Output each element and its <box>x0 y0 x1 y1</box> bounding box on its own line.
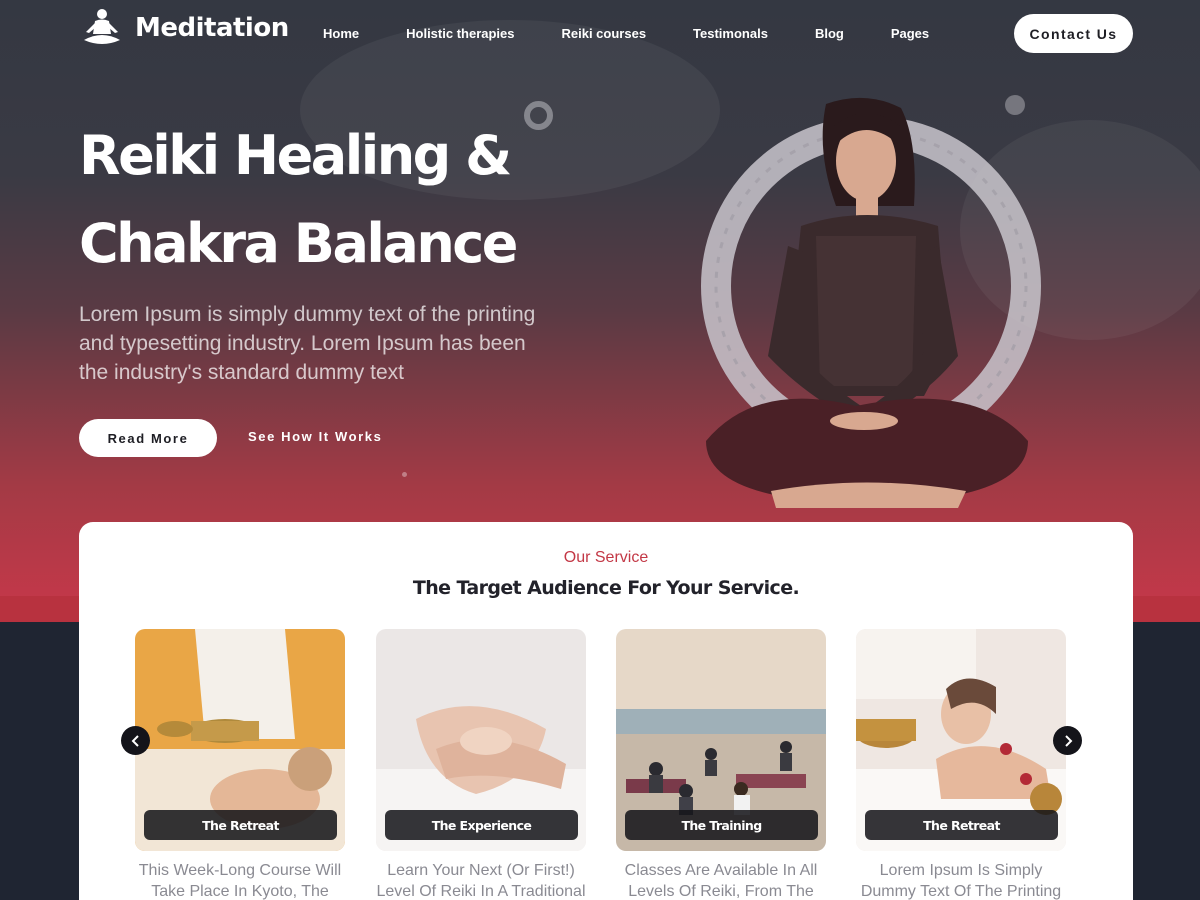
service-card[interactable]: The Training Classes Are Available In Al… <box>616 629 826 900</box>
card-image: The Retreat <box>856 629 1066 851</box>
hero-title: Reiki Healing & Chakra Balance <box>79 112 599 288</box>
card-image: The Retreat <box>135 629 345 851</box>
card-label: The Training <box>625 810 818 840</box>
hero-title-line-1: Reiki Healing & <box>79 124 512 187</box>
hero-title-line-2: Chakra Balance <box>79 212 518 275</box>
carousel-next-button[interactable] <box>1053 726 1082 755</box>
card-label: The Experience <box>385 810 578 840</box>
service-eyebrow: Our Service <box>563 549 649 566</box>
nav-item-holistic-therapies[interactable]: Holistic therapies <box>406 26 514 41</box>
main-menu: Home Holistic therapies Reiki courses Te… <box>323 26 929 41</box>
card-label: The Retreat <box>144 810 337 840</box>
decorative-dot <box>402 472 407 477</box>
decorative-ring <box>524 101 553 130</box>
brand-name: Meditation <box>135 13 289 43</box>
contact-us-button[interactable]: Contact Us <box>1014 14 1133 53</box>
hero-description: Lorem Ipsum is simply dummy text of the … <box>79 303 536 384</box>
nav-item-pages[interactable]: Pages <box>891 26 929 41</box>
card-description: Lorem Ipsum Is Simply Dummy Text Of The … <box>860 862 1062 900</box>
carousel-prev-button[interactable] <box>121 726 150 755</box>
service-panel: Our Service The Target Audience For Your… <box>79 522 1133 900</box>
service-heading: The Target Audience For Your Service. <box>412 577 800 599</box>
nav-item-testimonals[interactable]: Testimonals <box>693 26 768 41</box>
service-card[interactable]: The Experience Learn Your Next (Or First… <box>376 629 586 900</box>
chevron-right-icon <box>1064 734 1072 747</box>
meditating-woman-image <box>701 97 1041 508</box>
card-description: Classes Are Available In All Levels Of R… <box>624 862 818 900</box>
nav-item-reiki-courses[interactable]: Reiki courses <box>562 26 647 41</box>
service-card[interactable]: The Retreat This Week-Long Course Will T… <box>135 629 345 900</box>
card-description: This Week-Long Course Will Take Place In… <box>138 862 342 900</box>
top-navigation: Meditation Home Holistic therapies Reiki… <box>0 0 1200 66</box>
meditating-person-icon <box>84 9 120 44</box>
nav-item-blog[interactable]: Blog <box>815 26 844 41</box>
nav-item-home[interactable]: Home <box>323 26 359 41</box>
service-card[interactable]: The Retreat Lorem Ipsum Is Simply Dummy … <box>856 629 1066 900</box>
card-image: The Training <box>616 629 826 851</box>
card-image: The Experience <box>376 629 586 851</box>
card-label: The Retreat <box>865 810 1058 840</box>
brand-logo[interactable]: Meditation <box>80 6 289 50</box>
chevron-left-icon <box>131 734 139 747</box>
card-description: Learn Your Next (Or First!) Level Of Rei… <box>376 862 586 900</box>
see-how-it-works-link[interactable]: See How It Works <box>248 429 382 444</box>
read-more-button[interactable]: Read More <box>79 419 217 457</box>
